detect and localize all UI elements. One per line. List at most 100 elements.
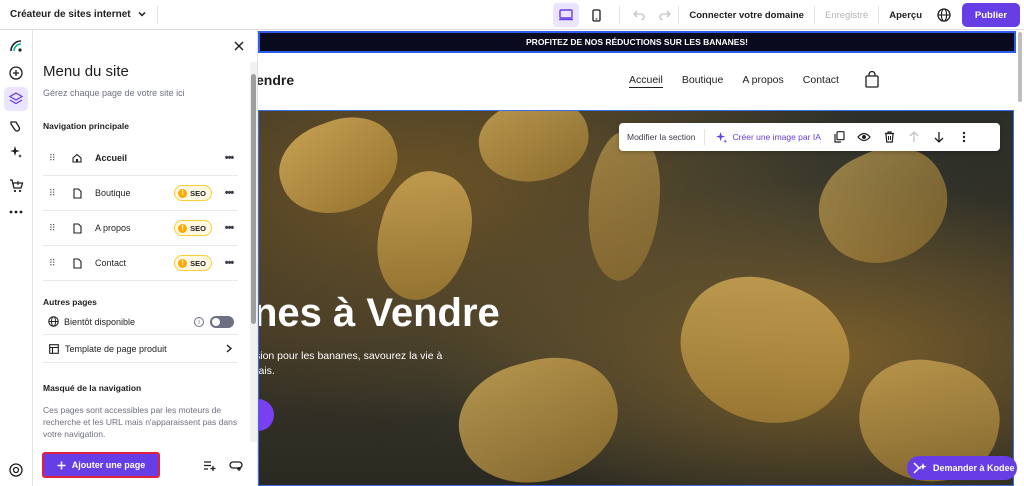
site-nav-contact[interactable]: Contact <box>803 74 839 88</box>
site-menu-panel: Menu du site Gérez chaque page de votre … <box>33 30 258 486</box>
hero-title[interactable]: nes à Vendre <box>259 291 500 336</box>
scroll-thumb[interactable] <box>1018 32 1022 102</box>
seo-label: SEO <box>190 258 206 268</box>
hero-image-banana <box>446 342 632 485</box>
drag-handle-icon[interactable]: ⠿ <box>49 258 65 269</box>
promo-banner[interactable]: PROFITEZ DE NOS RÉDUCTIONS SUR LES BANAN… <box>258 31 1016 53</box>
hero-line: sion pour les bananes, savourez la vie à <box>258 350 443 362</box>
site-nav-accueil[interactable]: Accueil <box>629 74 663 88</box>
styles-button[interactable] <box>4 114 28 138</box>
product-template-label: Template de page produit <box>65 343 167 354</box>
hide-section-button[interactable] <box>852 123 877 151</box>
site-logo-text[interactable]: endre <box>258 72 294 88</box>
hero-line: rais. <box>258 365 275 377</box>
page-icon <box>69 222 85 234</box>
hero-image-banana <box>660 256 868 446</box>
language-button[interactable] <box>932 3 956 27</box>
drag-handle-icon[interactable]: ⠿ <box>49 188 65 199</box>
preview-button[interactable]: Aperçu <box>879 10 932 21</box>
add-page-button[interactable]: Ajouter une page <box>42 452 160 478</box>
hidden-pages-heading: Masqué de la navigation <box>43 383 142 393</box>
hostinger-logo[interactable] <box>4 34 28 58</box>
coming-soon-row[interactable]: Bientôt disponible i <box>43 309 238 335</box>
seo-label: SEO <box>190 223 206 233</box>
ai-tools-button[interactable] <box>4 140 28 164</box>
delete-section-button[interactable] <box>877 123 902 151</box>
info-icon[interactable]: i <box>194 316 204 327</box>
seo-badge[interactable]: ! SEO <box>174 185 212 201</box>
sparkles-icon <box>10 146 22 158</box>
website-canvas[interactable]: PROFITEZ DE NOS RÉDUCTIONS SUR LES BANAN… <box>258 30 1024 486</box>
edit-section-button[interactable]: Modifier la section <box>619 129 705 145</box>
hero-cta-button[interactable] <box>259 399 274 431</box>
list-add-icon <box>203 460 215 471</box>
nav-item-boutique[interactable]: ⠿ Boutique ! SEO ••• <box>43 176 238 211</box>
vertical-ellipsis-icon <box>963 131 966 143</box>
hero-section[interactable]: nes à Vendre sion pour les bananes, savo… <box>258 110 1014 486</box>
hero-image-banana <box>582 128 666 284</box>
publish-button[interactable]: Publier <box>962 3 1020 27</box>
page-icon <box>69 257 85 269</box>
more-tools-button[interactable] <box>4 200 28 224</box>
panel-scrollbar[interactable] <box>250 62 257 442</box>
site-nav-a-propos[interactable]: A propos <box>742 74 783 88</box>
site-navigation: Accueil Boutique A propos Contact <box>629 74 839 88</box>
redo-button[interactable] <box>652 3 678 27</box>
hero-description[interactable]: sion pour les bananes, savourez la vie à… <box>258 349 443 379</box>
nav-item-accueil[interactable]: ⠿ Accueil ••• <box>43 141 238 176</box>
site-nav-boutique[interactable]: Boutique <box>682 74 723 88</box>
warning-icon: ! <box>178 223 188 233</box>
undo-button[interactable] <box>626 3 652 27</box>
desktop-icon <box>559 9 574 21</box>
other-pages-heading: Autres pages <box>43 297 97 307</box>
warning-icon: ! <box>178 258 188 268</box>
globe-icon <box>48 316 59 327</box>
nav-item-a-propos[interactable]: ⠿ A propos ! SEO ••• <box>43 211 238 246</box>
help-button[interactable] <box>4 458 28 482</box>
hero-image-banana <box>801 128 967 284</box>
top-bar: Créateur de sites internet Connecter vot… <box>0 0 1024 30</box>
hidden-pages-description: Ces pages sont accessibles par les moteu… <box>43 405 238 439</box>
duplicate-section-button[interactable] <box>827 123 852 151</box>
store-button[interactable] <box>4 174 28 198</box>
nav-item-contact[interactable]: ⠿ Contact ! SEO ••• <box>43 246 238 281</box>
add-link-button[interactable] <box>200 456 218 474</box>
add-element-button[interactable] <box>4 61 28 85</box>
ai-image-button[interactable]: Créer une image par IA <box>705 131 827 144</box>
product-template-row[interactable]: Template de page produit <box>43 335 238 363</box>
ask-kodee-label: Demander à Kodee <box>933 463 1015 473</box>
warning-icon: ! <box>178 188 188 198</box>
arrow-down-icon <box>934 132 944 143</box>
move-section-up-button[interactable] <box>902 123 927 151</box>
item-options-icon[interactable]: ••• <box>222 187 236 199</box>
drag-handle-icon[interactable]: ⠿ <box>49 223 65 234</box>
seo-badge[interactable]: ! SEO <box>174 255 212 271</box>
chevron-down-icon <box>137 9 147 21</box>
pages-button[interactable] <box>4 87 28 111</box>
coming-soon-toggle[interactable] <box>210 315 234 328</box>
plus-icon <box>57 461 66 469</box>
close-panel-button[interactable] <box>231 38 247 54</box>
ask-kodee-button[interactable]: Demander à Kodee <box>907 456 1017 480</box>
item-options-icon[interactable]: ••• <box>222 152 236 164</box>
left-tool-rail <box>0 30 33 486</box>
connect-domain-button[interactable]: Connecter votre domaine <box>679 10 814 21</box>
layers-icon <box>9 92 23 105</box>
trash-icon <box>884 131 894 143</box>
add-dropdown-button[interactable] <box>227 456 245 474</box>
scroll-thumb[interactable] <box>251 74 256 324</box>
canvas-scrollbar[interactable] <box>1016 30 1024 486</box>
item-options-icon[interactable]: ••• <box>222 257 236 269</box>
seo-badge[interactable]: ! SEO <box>174 220 212 236</box>
mobile-view-button[interactable] <box>583 3 609 27</box>
drag-handle-icon[interactable]: ⠿ <box>49 153 65 164</box>
section-more-button[interactable] <box>952 123 977 151</box>
site-title-dropdown[interactable]: Créateur de sites internet <box>0 0 147 29</box>
main-nav-heading: Navigation principale <box>43 121 129 131</box>
shopping-bag-icon[interactable] <box>865 70 879 93</box>
section-toolbar: Modifier la section Créer une image par … <box>619 123 1000 151</box>
move-section-down-button[interactable] <box>927 123 952 151</box>
eye-icon <box>857 132 872 142</box>
item-options-icon[interactable]: ••• <box>222 222 236 234</box>
desktop-view-button[interactable] <box>553 3 580 27</box>
